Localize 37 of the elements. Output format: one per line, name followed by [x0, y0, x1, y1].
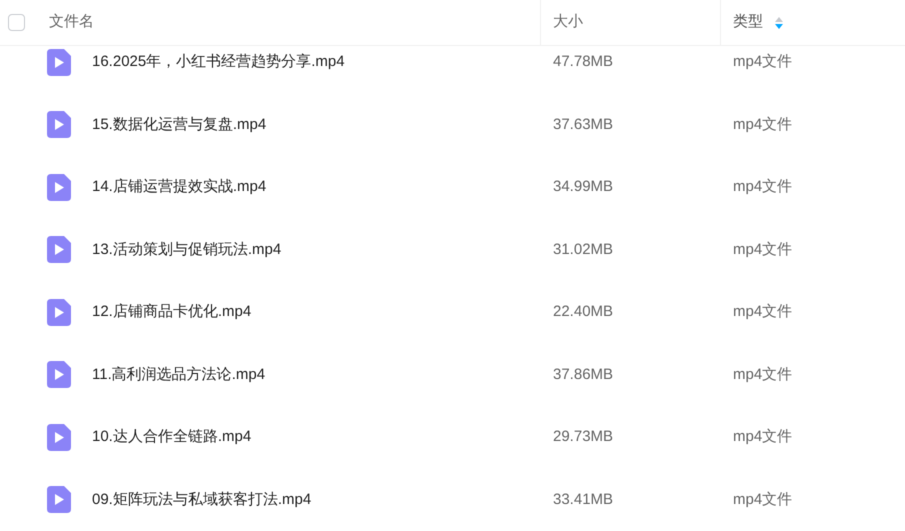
file-name[interactable]: 11.高利润选品方法论.mp4: [92, 364, 266, 386]
video-file-icon: [47, 361, 71, 388]
column-header[interactable]: 文件名: [49, 11, 94, 34]
file-type: mp4文件: [733, 366, 792, 382]
file-name[interactable]: 14.店铺运营提效实战.mp4: [92, 176, 266, 198]
file-name[interactable]: 13.活动策划与促销玩法.mp4: [92, 238, 282, 261]
video-file-icon: [47, 174, 71, 201]
file-size: 37.63MB: [553, 116, 614, 132]
file-type: mp4文件: [733, 428, 792, 445]
column-header[interactable]: 类型: [733, 11, 763, 34]
file-size: 37.86MB: [553, 366, 614, 382]
video-file-icon: [47, 236, 71, 264]
file-name[interactable]: 09.矩阵玩法与私域获客打法.mp4: [92, 488, 312, 511]
file-size: 22.40MB: [553, 303, 614, 320]
file-type: mp4文件: [733, 490, 792, 508]
video-file-icon: [47, 298, 71, 326]
file-type: mp4文件: [733, 303, 792, 320]
video-file-icon: [47, 111, 71, 138]
file-size: 47.78MB: [553, 53, 614, 70]
file-type: mp4文件: [733, 116, 792, 132]
video-file-icon: [47, 424, 71, 451]
file-type: mp4文件: [733, 178, 792, 195]
file-size: 29.73MB: [553, 428, 614, 445]
file-name[interactable]: 10.达人合作全链路.mp4: [92, 426, 252, 448]
file-size: 33.41MB: [553, 490, 614, 508]
file-name[interactable]: 16.2025年，小红书经营趋势分享.mp4: [92, 51, 345, 74]
file-name[interactable]: 12.店铺商品卡优化.mp4: [92, 301, 252, 324]
video-file-icon: [47, 486, 71, 514]
file-size: 34.99MB: [553, 178, 614, 195]
video-file-icon: [47, 48, 71, 76]
file-type: mp4文件: [733, 240, 792, 258]
column-header[interactable]: 大小: [553, 11, 583, 34]
sort-icon[interactable]: [775, 16, 783, 28]
file-size: 31.02MB: [553, 240, 614, 258]
file-name[interactable]: 15.数据化运营与复盘.mp4: [92, 114, 266, 136]
file-type: mp4文件: [733, 53, 792, 70]
select-all-checkbox[interactable]: [8, 14, 25, 31]
